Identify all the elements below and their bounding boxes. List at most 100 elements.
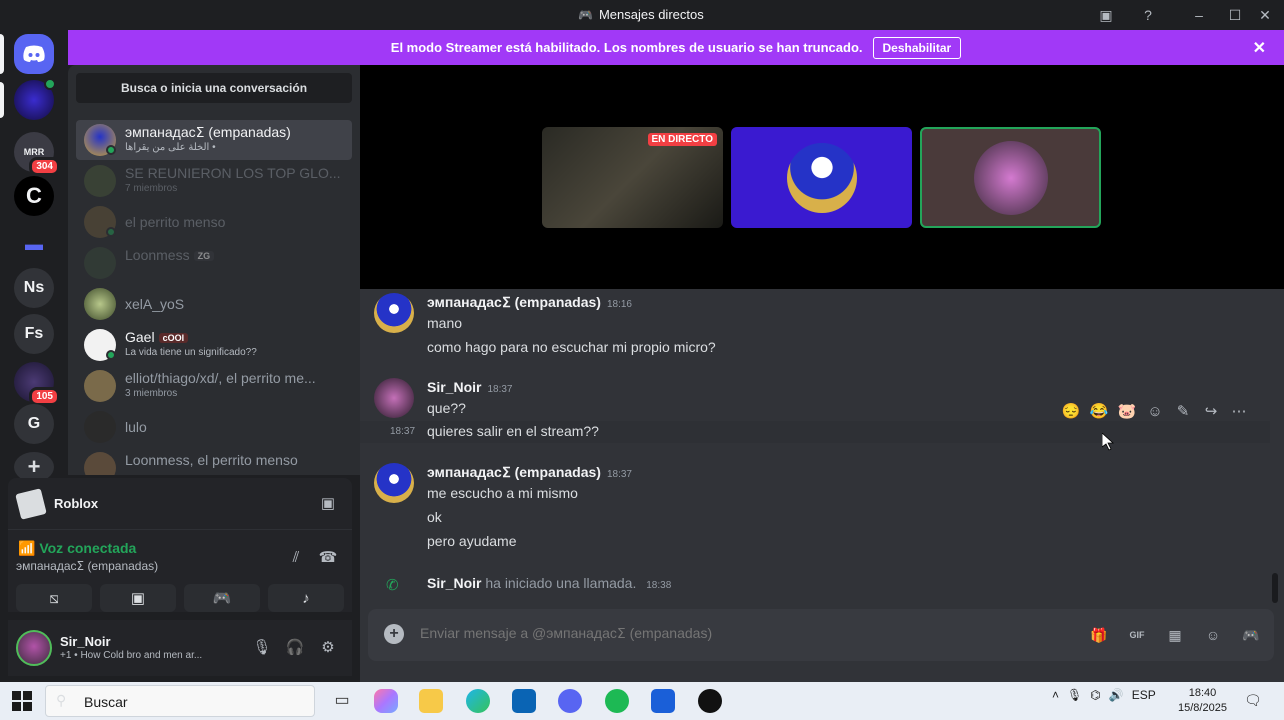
avatar[interactable] bbox=[374, 463, 414, 503]
screen-share-icon[interactable]: ▣ bbox=[318, 494, 338, 514]
avatar bbox=[84, 288, 116, 320]
avatar[interactable] bbox=[374, 378, 414, 418]
stream-tile[interactable]: EN DIRECTO bbox=[542, 127, 723, 228]
close-icon[interactable]: ✕ bbox=[1253, 38, 1266, 58]
roblox-studio-icon[interactable] bbox=[651, 689, 675, 713]
pensive-emoji-icon[interactable]: 😔 bbox=[1060, 401, 1082, 423]
settings-gear-icon[interactable]: ⚙ bbox=[318, 638, 338, 658]
taskbar-search[interactable]: ⚲ Buscar bbox=[45, 685, 315, 717]
server-fs[interactable]: Fs bbox=[14, 314, 54, 354]
system-message: Sir_Noir ha iniciado una llamada. 18:38 bbox=[427, 575, 671, 591]
dm-item[interactable]: Gael cOOl La vida tiene un significado?? bbox=[76, 325, 352, 365]
dm-item[interactable]: lulo bbox=[76, 407, 352, 447]
noise-suppression-icon[interactable]: ⫽ bbox=[286, 548, 306, 568]
participant-tile[interactable] bbox=[731, 127, 912, 228]
dm-name: SE REUNIERON LOS TOP GLO... bbox=[125, 165, 341, 181]
dm-item[interactable]: xelA_yoS bbox=[76, 284, 352, 324]
notifications-icon[interactable]: 🗨 bbox=[1244, 692, 1262, 709]
dm-item[interactable]: elliot/thiago/xd/, el perrito me... 3 mi… bbox=[76, 366, 352, 406]
maximize-button[interactable]: ☐ bbox=[1226, 6, 1244, 24]
add-attachment-icon[interactable]: + bbox=[384, 624, 404, 644]
unread-pill bbox=[0, 82, 4, 118]
pig-emoji-icon[interactable]: 🐷 bbox=[1116, 401, 1138, 423]
avatar bbox=[84, 452, 116, 475]
disable-streamer-button[interactable]: Deshabilitar bbox=[872, 36, 962, 59]
scrollbar[interactable] bbox=[1272, 573, 1278, 603]
avatar[interactable] bbox=[16, 630, 52, 666]
share-screen-button[interactable]: ▣ bbox=[100, 584, 176, 612]
signal-icon: 📶 bbox=[18, 540, 36, 556]
dm-status: الخلة على من يقرأها • bbox=[125, 142, 216, 153]
more-icon[interactable]: ⋯ bbox=[1228, 401, 1250, 423]
dm-item[interactable]: Loonmess ZG bbox=[76, 243, 352, 283]
voice-target: эмпанадасⵉ (empanadas) bbox=[16, 559, 159, 573]
emoji-icon[interactable]: ☺ bbox=[1202, 624, 1224, 646]
message-time: 18:37 bbox=[487, 384, 513, 395]
activity-button[interactable]: 🎮 bbox=[184, 584, 260, 612]
outlook-icon[interactable] bbox=[512, 689, 536, 713]
discord-home-icon[interactable] bbox=[14, 34, 54, 74]
message-text: quieres salir en el stream?? bbox=[427, 423, 599, 439]
forward-icon[interactable]: ↪ bbox=[1200, 401, 1222, 423]
roblox-icon bbox=[15, 488, 47, 520]
search-conversation-button[interactable]: Busca o inicia una conversación bbox=[76, 73, 352, 103]
minimize-button[interactable]: – bbox=[1190, 6, 1208, 24]
sticker-icon[interactable]: ▦ bbox=[1164, 624, 1186, 646]
c-logo-icon[interactable]: C bbox=[14, 176, 54, 216]
joy-emoji-icon[interactable]: 😂 bbox=[1088, 401, 1110, 423]
camera-off-button[interactable]: ⧅ bbox=[16, 584, 92, 612]
edit-icon[interactable]: ✎ bbox=[1172, 401, 1194, 423]
folder-icon[interactable]: ▬ bbox=[14, 224, 54, 264]
microphone-icon[interactable]: 🎙 bbox=[1067, 688, 1082, 702]
file-explorer-icon[interactable] bbox=[419, 689, 443, 713]
system-text: ha iniciado una llamada. bbox=[485, 575, 637, 591]
gif-icon[interactable]: GIF bbox=[1126, 624, 1148, 646]
server-g[interactable]: G bbox=[14, 404, 54, 444]
message-author[interactable]: эмпанадасⵉ (empanadas) 18:16 bbox=[427, 294, 632, 311]
voice-status[interactable]: 📶 Voz conectada bbox=[18, 540, 136, 557]
soundboard-button[interactable]: ♪ bbox=[268, 584, 344, 612]
windows-start-icon[interactable] bbox=[12, 691, 32, 711]
spotify-icon[interactable] bbox=[605, 689, 629, 713]
copilot-icon[interactable] bbox=[374, 689, 398, 713]
avatar[interactable] bbox=[374, 293, 414, 333]
task-view-icon[interactable]: ▭ bbox=[330, 689, 354, 713]
volume-icon[interactable]: 🔊 bbox=[1109, 688, 1124, 702]
add-reaction-icon[interactable]: ☺ bbox=[1144, 401, 1166, 423]
dm-item[interactable]: SE REUNIERON LOS TOP GLO... 7 miembros bbox=[76, 161, 352, 201]
avatar bbox=[786, 142, 857, 213]
network-icon[interactable]: ⌬ bbox=[1090, 688, 1100, 702]
close-window-button[interactable]: ✕ bbox=[1256, 6, 1274, 24]
discord-taskbar-icon[interactable] bbox=[558, 689, 582, 713]
obs-icon[interactable] bbox=[698, 689, 722, 713]
system-author: Sir_Noir bbox=[427, 575, 482, 591]
message-time: 18:16 bbox=[606, 299, 632, 310]
chevron-up-icon[interactable]: ˄ bbox=[1052, 688, 1059, 702]
message-composer: + 🎁 GIF ▦ ☺ 🎮 bbox=[368, 609, 1274, 661]
microphone-icon[interactable]: 🎙 bbox=[252, 638, 272, 658]
server-mrr[interactable]: MRR 304 bbox=[14, 132, 60, 176]
server-ns[interactable]: Ns bbox=[14, 268, 54, 308]
server-avatar[interactable]: 105 bbox=[14, 362, 60, 406]
streamer-mode-banner: El modo Streamer está habilitado. Los no… bbox=[68, 30, 1284, 65]
edge-icon[interactable] bbox=[466, 689, 490, 713]
message-text: que?? bbox=[427, 400, 466, 416]
participant-tile-speaking[interactable] bbox=[920, 127, 1101, 228]
inbox-icon[interactable]: ▣ bbox=[1097, 6, 1115, 24]
message-input[interactable] bbox=[420, 625, 1020, 641]
chat-main: EN DIRECTO эмпанадасⵉ (empanadas) 18:16 m… bbox=[360, 65, 1284, 682]
apps-icon[interactable]: 🎮 bbox=[1240, 624, 1262, 646]
dm-avatar-server[interactable] bbox=[14, 78, 56, 120]
clan-tag: ZG bbox=[193, 251, 215, 262]
dm-item[interactable]: Loonmess, el perrito menso bbox=[76, 448, 352, 475]
clock[interactable]: 18:40 15/8/2025 bbox=[1178, 686, 1227, 716]
message-author[interactable]: Sir_Noir 18:37 bbox=[427, 379, 513, 395]
headphones-icon[interactable]: 🎧 bbox=[285, 638, 305, 658]
dm-item[interactable]: эмпанадасⵉ (empanadas) الخلة على من يقرأ… bbox=[76, 120, 352, 160]
disconnect-icon[interactable]: ☎ bbox=[318, 548, 338, 568]
help-icon[interactable]: ? bbox=[1139, 6, 1157, 24]
message-author[interactable]: эмпанадасⵉ (empanadas) 18:37 bbox=[427, 464, 632, 481]
language-indicator[interactable]: ESP bbox=[1132, 688, 1156, 702]
dm-item[interactable]: el perrito menso bbox=[76, 202, 352, 242]
gift-icon[interactable]: 🎁 bbox=[1088, 624, 1110, 646]
